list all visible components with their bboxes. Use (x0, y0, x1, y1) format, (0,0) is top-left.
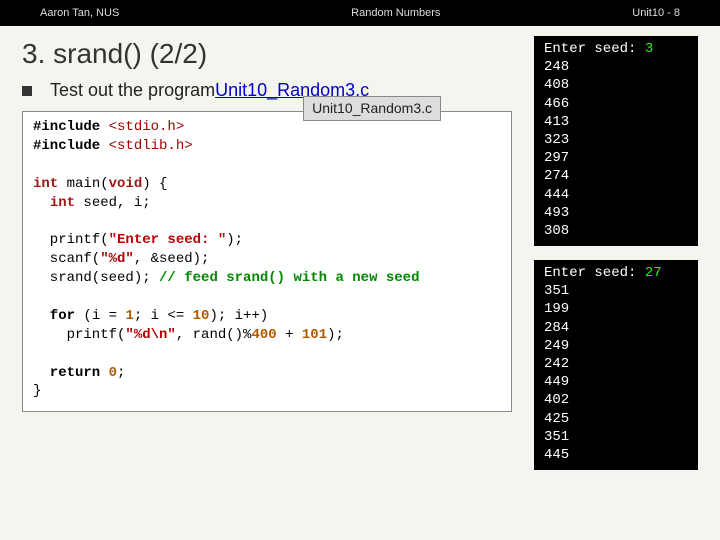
code-line: scanf("%d", &seed); (33, 250, 501, 269)
term2-seed: 27 (645, 265, 662, 281)
term2-line: 425 (544, 410, 688, 428)
term1-line: 274 (544, 167, 688, 185)
term2-line: 351 (544, 282, 688, 300)
term2-line: 445 (544, 446, 688, 464)
term2-line: 351 (544, 428, 688, 446)
code-line (33, 212, 501, 231)
slide-number: Unit10 - 8 (632, 7, 680, 19)
term2-line: 402 (544, 391, 688, 409)
code-line (33, 156, 501, 175)
bullet-icon (22, 86, 32, 96)
content-row: Test out the program Unit10_Random3.c Un… (0, 80, 720, 470)
code-line: int main(void) { (33, 175, 501, 194)
term1-line: 444 (544, 186, 688, 204)
term2-prompt: Enter seed: 27 (544, 264, 688, 282)
bullet-text: Test out the program (50, 80, 215, 101)
code-line: } (33, 382, 501, 401)
author-affiliation: Aaron Tan, NUS (40, 7, 119, 19)
code-box: Unit10_Random3.c #include <stdio.h> #inc… (22, 111, 512, 412)
term1-line: 493 (544, 204, 688, 222)
main-column: Test out the program Unit10_Random3.c Un… (22, 80, 522, 412)
file-name-badge: Unit10_Random3.c (303, 96, 441, 121)
lecture-topic: Random Numbers (119, 7, 632, 19)
term1-line: 248 (544, 58, 688, 76)
term1-prompt: Enter seed: 3 (544, 40, 688, 58)
term1-line: 408 (544, 76, 688, 94)
terminal-output-2: Enter seed: 27 351 199 284 249 242 449 4… (534, 260, 698, 470)
bullet-line: Test out the program Unit10_Random3.c (22, 80, 522, 111)
code-line (33, 288, 501, 307)
term2-line: 199 (544, 300, 688, 318)
code-line: int seed, i; (33, 194, 501, 213)
term1-line: 308 (544, 222, 688, 240)
term1-seed: 3 (645, 41, 653, 57)
term2-line: 449 (544, 373, 688, 391)
code-line: return 0; (33, 364, 501, 383)
code-line: #include <stdlib.h> (33, 137, 501, 156)
term2-line: 249 (544, 337, 688, 355)
code-line (33, 345, 501, 364)
code-line: for (i = 1; i <= 10); i++) (33, 307, 501, 326)
term1-line: 297 (544, 149, 688, 167)
top-bar: Aaron Tan, NUS Random Numbers Unit10 - 8 (0, 0, 720, 26)
term1-line: 413 (544, 113, 688, 131)
terminal-output-1: Enter seed: 3 248 408 466 413 323 297 27… (534, 36, 698, 246)
output-column: Enter seed: 3 248 408 466 413 323 297 27… (534, 36, 704, 470)
code-line: srand(seed); // feed srand() with a new … (33, 269, 501, 288)
term2-line: 242 (544, 355, 688, 373)
code-line: printf("Enter seed: "); (33, 231, 501, 250)
term2-line: 284 (544, 319, 688, 337)
term1-line: 466 (544, 95, 688, 113)
code-line: printf("%d\n", rand()%400 + 101); (33, 326, 501, 345)
term1-line: 323 (544, 131, 688, 149)
